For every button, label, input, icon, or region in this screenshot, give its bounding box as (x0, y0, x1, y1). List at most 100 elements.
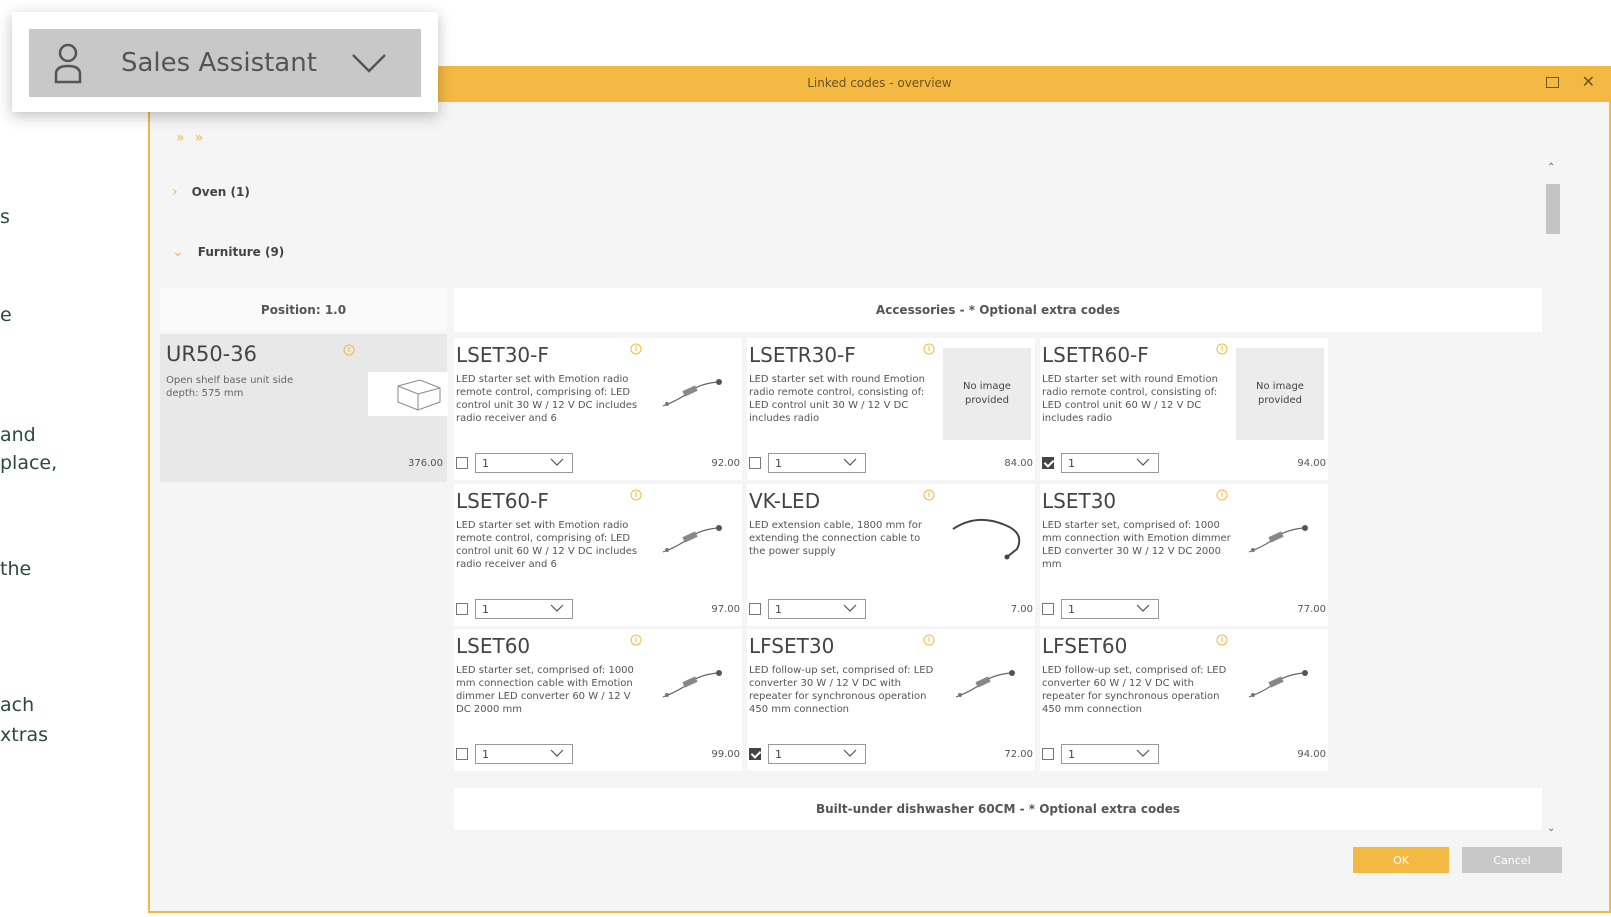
info-icon[interactable] (1216, 489, 1228, 501)
product-description: LED follow-up set, comprised of: LED con… (749, 665, 934, 715)
select-checkbox[interactable] (456, 603, 468, 615)
scrollbar[interactable]: ⌃ ⌄ (1544, 160, 1562, 836)
quantity-select[interactable]: 1 (768, 453, 866, 473)
product-code: LSET30-F (456, 343, 549, 367)
product-code: VK-LED (749, 489, 821, 513)
close-icon[interactable]: ✕ (1582, 72, 1595, 91)
product-code: LFSET30 (749, 634, 835, 658)
quantity-value: 1 (775, 748, 782, 761)
quantity-select[interactable]: 1 (475, 599, 573, 619)
section-furniture[interactable]: ⌄ Furniture (9) (172, 244, 284, 260)
quantity-select[interactable]: 1 (768, 599, 866, 619)
product-price: 84.00 (1004, 458, 1033, 469)
sidebar-fragment: and (0, 424, 36, 446)
product-card[interactable]: LSET60 LED starter set, comprised of: 100… (454, 629, 742, 771)
quantity-value: 1 (1068, 457, 1075, 470)
chevron-right-icon: › (172, 184, 178, 200)
chevron-down-icon[interactable] (351, 52, 387, 74)
product-card[interactable]: LFSET60 LED follow-up set, comprised of: … (1040, 629, 1328, 771)
quantity-value: 1 (1068, 748, 1075, 761)
scroll-down-icon[interactable]: ⌄ (1547, 823, 1555, 834)
sales-assistant-dropdown[interactable]: Sales Assistant (29, 29, 421, 97)
product-image (650, 494, 738, 586)
sidebar-fragment: e (0, 304, 12, 326)
product-price: 72.00 (1004, 749, 1033, 760)
chevron-down-icon (843, 749, 857, 757)
select-checkbox[interactable] (1042, 603, 1054, 615)
product-image (1236, 639, 1324, 731)
quantity-select[interactable]: 1 (475, 453, 573, 473)
select-checkbox[interactable] (749, 748, 761, 760)
info-icon[interactable] (1216, 343, 1228, 355)
quantity-select[interactable]: 1 (768, 744, 866, 764)
info-icon[interactable] (923, 634, 935, 646)
linked-codes-dialog: Linked codes - overview ✕ »» › Oven (1) … (148, 66, 1611, 913)
section-label: Oven (1) (191, 185, 250, 199)
select-checkbox[interactable] (456, 457, 468, 469)
product-card[interactable]: VK-LED LED extension cable, 1800 mm for e… (747, 484, 1035, 626)
sidebar-fragment: place, (0, 452, 58, 474)
product-price: 94.00 (1297, 458, 1326, 469)
info-icon[interactable] (630, 634, 642, 646)
product-image (650, 639, 738, 731)
position-price: 376.00 (408, 458, 443, 469)
product-image (650, 348, 738, 440)
product-price: 94.00 (1297, 749, 1326, 760)
product-image (1236, 494, 1324, 586)
product-description: LED starter set, comprised of: 1000 mm c… (1042, 520, 1231, 570)
product-card[interactable]: LSET60-F LED starter set with Emotion rad… (454, 484, 742, 626)
product-image: No image provided (1236, 348, 1324, 440)
product-card[interactable]: LSETR60-F LED starter set with round Emot… (1040, 338, 1328, 480)
chevron-down-icon (843, 458, 857, 466)
info-icon[interactable] (923, 489, 935, 501)
product-description: LED starter set with round Emotion radio… (749, 374, 925, 424)
product-code: LSET60 (456, 634, 531, 658)
cancel-button[interactable]: Cancel (1462, 847, 1562, 873)
collapse-all-icon[interactable]: » (176, 130, 195, 146)
sidebar-fragment: s (0, 206, 10, 228)
select-checkbox[interactable] (1042, 748, 1054, 760)
product-price: 77.00 (1297, 604, 1326, 615)
scroll-up-icon[interactable]: ⌃ (1547, 162, 1555, 173)
section-oven[interactable]: › Oven (1) (172, 184, 250, 200)
quantity-value: 1 (775, 457, 782, 470)
ok-button[interactable]: OK (1353, 847, 1449, 873)
product-description: LED follow-up set, comprised of: LED con… (1042, 665, 1227, 715)
product-price: 92.00 (711, 458, 740, 469)
info-icon[interactable] (630, 489, 642, 501)
info-icon[interactable] (630, 343, 642, 355)
info-icon[interactable] (1216, 634, 1228, 646)
chevron-down-icon (550, 749, 564, 757)
quantity-select[interactable]: 1 (475, 744, 573, 764)
scrollbar-thumb[interactable] (1546, 184, 1560, 234)
sales-assistant-popup: Sales Assistant (12, 12, 438, 112)
quantity-select[interactable]: 1 (1061, 453, 1159, 473)
no-image-text: No image provided (1256, 381, 1304, 406)
position-card[interactable]: UR50-36 Open shelf base unit side depth:… (160, 334, 448, 482)
product-description: LED extension cable, 1800 mm for extendi… (749, 520, 922, 557)
product-card[interactable]: LSET30 LED starter set, comprised of: 100… (1040, 484, 1328, 626)
expand-all-icon[interactable]: » (195, 130, 214, 146)
product-card[interactable]: LSETR30-F LED starter set with round Emot… (747, 338, 1035, 480)
select-checkbox[interactable] (749, 603, 761, 615)
select-checkbox[interactable] (1042, 457, 1054, 469)
select-checkbox[interactable] (749, 457, 761, 469)
select-checkbox[interactable] (456, 748, 468, 760)
quantity-select[interactable]: 1 (1061, 599, 1159, 619)
chevron-down-icon (550, 458, 564, 466)
product-card[interactable]: LSET30-F LED starter set with Emotion rad… (454, 338, 742, 480)
product-card[interactable]: LFSET30 LED follow-up set, comprised of: … (747, 629, 1035, 771)
info-icon[interactable] (923, 343, 935, 355)
info-icon[interactable] (343, 344, 355, 356)
product-description: LED starter set with Emotion radio remot… (456, 520, 638, 570)
maximize-icon[interactable] (1546, 77, 1559, 88)
product-price: 99.00 (711, 749, 740, 760)
quantity-value: 1 (1068, 603, 1075, 616)
chevron-down-icon (1136, 749, 1150, 757)
product-code: LSETR30-F (749, 343, 856, 367)
chevron-down-icon: ⌄ (172, 244, 184, 260)
quantity-value: 1 (482, 748, 489, 761)
section-label: Furniture (9) (197, 245, 285, 259)
quantity-select[interactable]: 1 (1061, 744, 1159, 764)
sidebar-fragment: the (0, 558, 32, 580)
